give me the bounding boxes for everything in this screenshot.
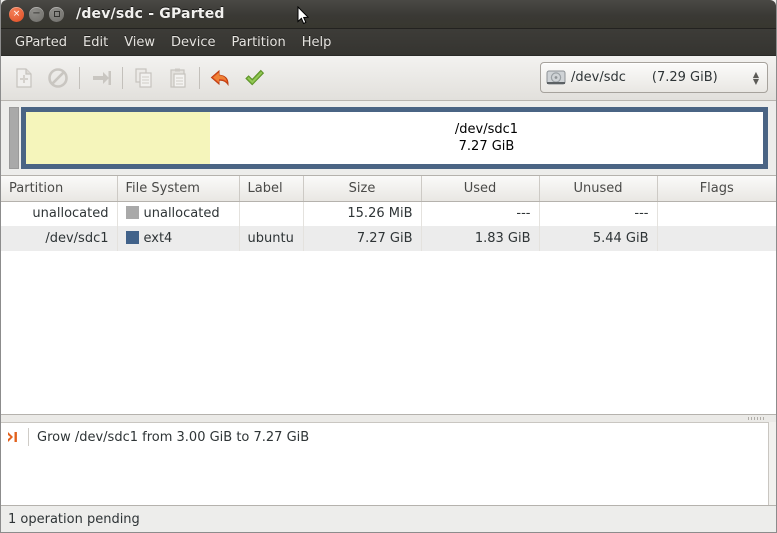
table-header-row: Partition File System Label Size Used Un…: [1, 176, 776, 202]
new-partition-button[interactable]: [7, 61, 41, 95]
menu-device[interactable]: Device: [163, 32, 223, 53]
green-check-icon: [245, 69, 265, 86]
filesystem-color-swatch: [125, 206, 139, 220]
cell-unused: ---: [539, 201, 658, 226]
menu-edit[interactable]: Edit: [75, 32, 116, 53]
partition-table-element: Partition File System Label Size Used Un…: [1, 176, 776, 251]
toolbar-separator-1: [79, 67, 80, 89]
toolbar: /dev/sdc (7.29 GiB) ▲ ▼: [1, 56, 776, 101]
new-document-icon: [16, 68, 32, 88]
cell-flags: [657, 226, 776, 251]
delete-partition-button[interactable]: [41, 61, 75, 95]
maximize-icon: [53, 11, 60, 17]
filesystem-color-swatch: [125, 231, 139, 244]
window-controls: × −: [1, 6, 64, 22]
resize-arrow-icon: [93, 71, 111, 85]
cell-size: 15.26 MiB: [303, 201, 422, 226]
undo-operation-button[interactable]: [204, 61, 238, 95]
cell-label: ubuntu: [239, 226, 304, 251]
menu-view[interactable]: View: [116, 32, 163, 53]
device-size: (7.29 GiB): [651, 70, 718, 85]
column-header-unused[interactable]: Unused: [539, 176, 658, 202]
cell-used: 1.83 GiB: [421, 226, 540, 251]
column-header-used[interactable]: Used: [421, 176, 540, 202]
device-selector[interactable]: /dev/sdc (7.29 GiB) ▲ ▼: [540, 62, 768, 93]
cell-filesystem: ext4: [117, 226, 240, 251]
operation-item[interactable]: Grow /dev/sdc1 from 3.00 GiB to 7.27 GiB: [1, 423, 776, 451]
table-row[interactable]: unallocated unallocated 15.26 MiB --- --…: [1, 201, 776, 226]
mouse-cursor: [297, 6, 309, 25]
partition-sdc1-graphic[interactable]: /dev/sdc1 7.27 GiB: [21, 107, 768, 169]
paste-partition-button[interactable]: [161, 61, 195, 95]
column-header-partition[interactable]: Partition: [1, 176, 118, 202]
cell-partition: /dev/sdc1: [1, 226, 118, 251]
undo-arrow-icon: [210, 69, 229, 87]
cell-flags: [657, 201, 776, 226]
menu-partition[interactable]: Partition: [224, 32, 294, 53]
paste-icon: [170, 68, 186, 88]
operation-description: Grow /dev/sdc1 from 3.00 GiB to 7.27 GiB: [37, 429, 310, 445]
menu-help[interactable]: Help: [294, 32, 340, 53]
copy-partition-button[interactable]: [127, 61, 161, 95]
operations-pane: Grow /dev/sdc1 from 3.00 GiB to 7.27 GiB: [1, 415, 776, 506]
status-text: 1 operation pending: [8, 511, 140, 527]
column-header-size[interactable]: Size: [303, 176, 422, 202]
grow-partition-icon: [6, 429, 22, 445]
window-title: /dev/sdc - GParted: [76, 6, 225, 22]
table-empty-area: [1, 251, 776, 414]
operations-pane-handle[interactable]: [1, 415, 776, 423]
maximize-button[interactable]: [49, 6, 64, 22]
partition-graphic-name: /dev/sdc1: [454, 122, 519, 137]
column-header-filesystem[interactable]: File System: [117, 176, 240, 202]
menu-bar: GParted Edit View Device Partition Help: [1, 29, 776, 56]
toolbar-separator-3: [199, 67, 200, 89]
minimize-button[interactable]: −: [29, 6, 44, 22]
toolbar-separator-2: [122, 67, 123, 89]
partition-used-region: [26, 112, 210, 164]
table-row[interactable]: /dev/sdc1 ext4 ubuntu 7.27 GiB 1.83 GiB …: [1, 226, 776, 251]
close-icon: ×: [12, 8, 21, 19]
partition-unused-region: /dev/sdc1 7.27 GiB: [210, 112, 763, 164]
resize-move-partition-button[interactable]: [84, 61, 118, 95]
hard-disk-icon: [546, 70, 566, 84]
menu-gparted[interactable]: GParted: [7, 32, 75, 53]
operations-scrollbar[interactable]: [768, 422, 776, 505]
cell-filesystem-text: unallocated: [143, 206, 220, 222]
chevron-down-icon: ▼: [752, 76, 760, 86]
cell-unused: 5.44 GiB: [539, 226, 658, 251]
title-bar: × − /dev/sdc - GParted: [1, 0, 776, 29]
cell-filesystem-text: ext4: [143, 231, 173, 246]
cell-partition: unallocated: [1, 201, 118, 226]
gparted-window: × − /dev/sdc - GParted GParted Edit View…: [0, 0, 777, 533]
apply-operations-button[interactable]: [238, 61, 272, 95]
disk-graphic: /dev/sdc1 7.27 GiB: [1, 101, 776, 175]
cell-used: ---: [421, 201, 540, 226]
close-button[interactable]: ×: [9, 6, 24, 22]
partition-graphic-size: 7.27 GiB: [458, 139, 515, 154]
grip-icon: [748, 417, 764, 420]
partition-table: Partition File System Label Size Used Un…: [1, 175, 776, 415]
minimize-icon: −: [32, 8, 41, 19]
column-header-flags[interactable]: Flags: [657, 176, 776, 202]
device-name: /dev/sdc: [571, 70, 626, 85]
device-spinner[interactable]: ▲ ▼: [749, 70, 763, 86]
cell-size: 7.27 GiB: [303, 226, 422, 251]
status-bar: 1 operation pending: [1, 506, 776, 532]
operation-divider: [28, 428, 29, 446]
unallocated-region[interactable]: [9, 107, 19, 169]
prohibition-icon: [48, 68, 68, 88]
cell-filesystem: unallocated: [117, 201, 240, 226]
cell-label: [239, 201, 304, 226]
column-header-label[interactable]: Label: [239, 176, 304, 202]
copy-icon: [135, 68, 152, 88]
